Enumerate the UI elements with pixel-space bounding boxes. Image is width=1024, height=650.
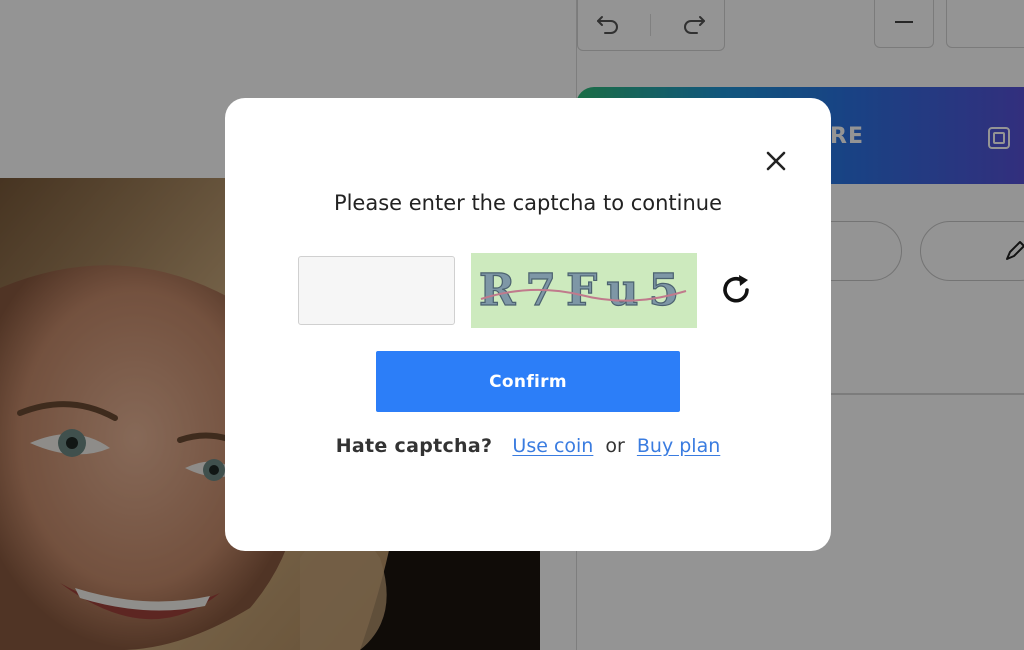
refresh-icon [717,271,755,313]
use-coin-link[interactable]: Use coin [512,435,593,457]
confirm-button[interactable]: Confirm [376,351,680,412]
captcha-text: R7Fu5 [479,265,689,316]
dialog-title: Please enter the captcha to continue [333,191,723,215]
captcha-input[interactable] [298,256,455,325]
footer-or: or [605,435,625,457]
captcha-footer: Hate captcha? Use coin or Buy plan [225,435,831,457]
footer-prompt: Hate captcha? [335,435,493,457]
close-button[interactable] [759,146,793,180]
close-icon [765,150,787,176]
captcha-image: R7Fu5 [471,253,697,328]
refresh-captcha-button[interactable] [716,272,756,312]
buy-plan-link[interactable]: Buy plan [637,435,720,457]
captcha-dialog: Please enter the captcha to continue R7F… [225,98,831,551]
